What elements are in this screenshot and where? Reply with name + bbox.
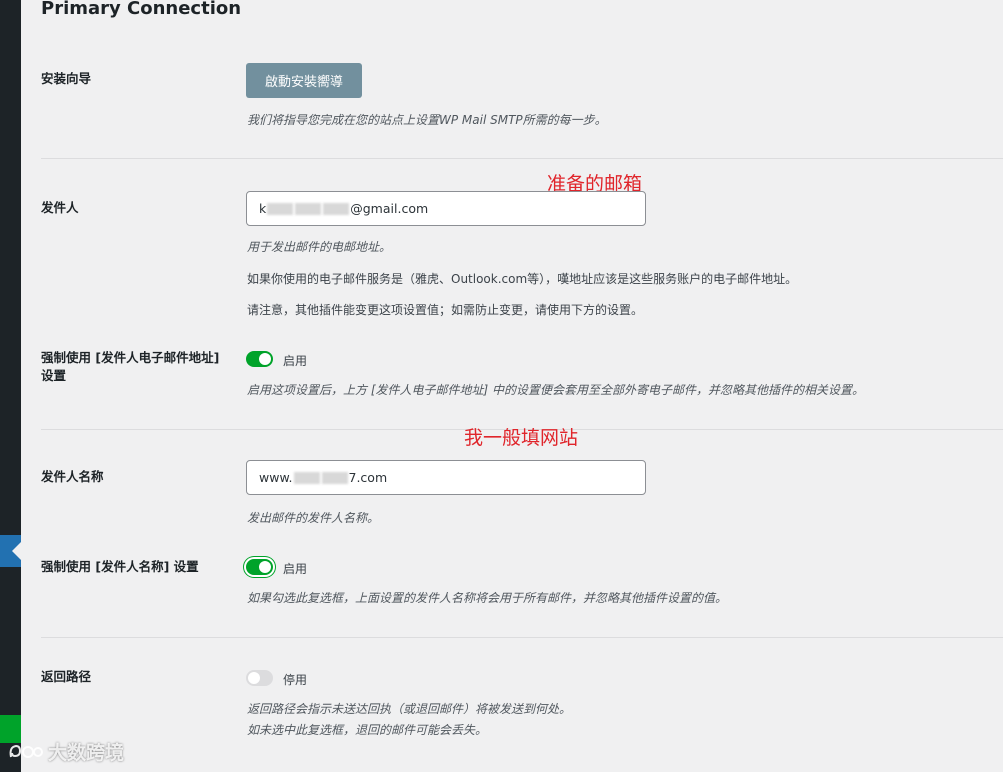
from-email-note-2: 请注意，其他插件能变更这项设置值；如需防止变更，请使用下方的设置。 — [247, 303, 644, 317]
from-email-label: 发件人 — [41, 200, 79, 215]
from-name-field[interactable]: www. 7.com — [246, 460, 646, 495]
force-from-email-description: 启用这项设置后，上方 [发件人电子邮件地址] 中的设置便会套用至全部外寄电子邮件… — [247, 383, 864, 397]
force-from-name-description: 如果勾选此复选框，上面设置的发件人名称将会用于所有邮件，并忽略其他插件设置的值。 — [247, 591, 728, 605]
return-path-toggle-label: 停用 — [283, 673, 308, 687]
from-email-value-suffix: @gmail.com — [350, 201, 429, 216]
from-name-value-suffix: 7.com — [348, 470, 388, 485]
settings-content: Primary Connection 安装向导 啟動安裝嚮導 我们将指导您完成在… — [21, 0, 1003, 772]
divider — [41, 158, 1003, 159]
redacted-mask — [323, 202, 350, 215]
force-from-name-label: 强制使用 [发件人名称] 设置 — [41, 559, 199, 574]
return-path-description-2: 如未选中此复选框，退回的邮件可能会丢失。 — [247, 723, 488, 737]
name-annotation: 我一般填网站 — [464, 427, 579, 449]
setup-wizard-description: 我们将指导您完成在您的站点上设置WP Mail SMTP所需的每一步。 — [247, 113, 607, 127]
return-path-toggle[interactable] — [246, 670, 273, 686]
divider — [41, 637, 1003, 638]
return-path-description-1: 返回路径会指示未送达回执（或退回邮件）将被发送到何处。 — [247, 702, 572, 716]
section-title: Primary Connection — [41, 0, 242, 19]
from-email-description: 用于发出邮件的电邮地址。 — [247, 240, 392, 254]
force-from-email-toggle[interactable] — [246, 351, 273, 367]
admin-sidebar — [0, 0, 21, 772]
toggle-knob — [248, 672, 260, 684]
redacted-mask — [293, 471, 320, 484]
redacted-mask — [267, 202, 294, 215]
from-email-field[interactable]: k @gmail.com — [246, 191, 646, 226]
toggle-knob — [259, 353, 271, 365]
from-email-value-prefix: k — [259, 201, 267, 216]
toggle-knob — [259, 561, 271, 573]
from-name-value-prefix: www. — [259, 470, 293, 485]
force-from-email-toggle-label: 启用 — [283, 354, 308, 368]
force-from-name-toggle[interactable] — [246, 559, 273, 575]
watermark-logo-icon — [9, 744, 43, 758]
watermark-text: 大数跨境 — [48, 742, 125, 764]
force-from-email-label: 强制使用 [发件人电子邮件地址] 设置 — [41, 350, 220, 383]
redacted-mask — [295, 202, 322, 215]
return-path-label: 返回路径 — [41, 669, 92, 684]
from-name-description: 发出邮件的发件人名称。 — [247, 511, 380, 525]
from-name-label: 发件人名称 — [41, 469, 104, 484]
launch-setup-wizard-button[interactable]: 啟動安裝嚮導 — [246, 63, 362, 98]
watermark: 大数跨境 — [8, 738, 124, 765]
force-from-name-toggle-label: 启用 — [283, 562, 308, 576]
from-email-note-1: 如果你使用的电子邮件服务是（雅虎、Outlook.com等），嘆地址应该是这些服… — [247, 272, 798, 286]
redacted-mask — [321, 471, 348, 484]
setup-wizard-label: 安装向导 — [41, 71, 92, 86]
sidebar-arrow-icon — [12, 542, 21, 560]
